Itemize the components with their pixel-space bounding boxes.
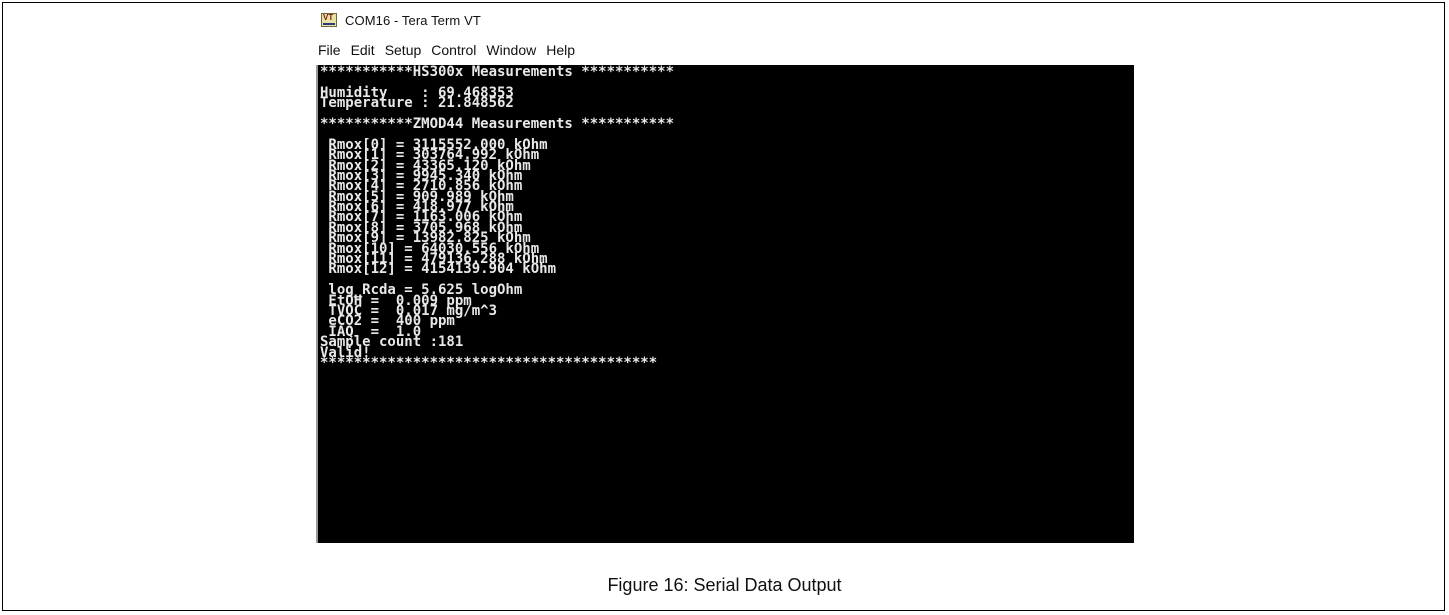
terminal-line: Rmox[12] = 4154139.904 kOhm <box>320 261 557 278</box>
terminal-line: **************************************** <box>320 354 658 371</box>
menu-help[interactable]: Help <box>546 42 575 58</box>
terminal-line: ***********ZMOD44 Measurements *********… <box>320 115 675 132</box>
menu-bar: File Edit Setup Control Window Help <box>315 34 1136 65</box>
menu-edit[interactable]: Edit <box>351 42 375 58</box>
terminal-output[interactable]: ***********HS300x Measurements *********… <box>316 65 1134 543</box>
terminal-window: COM16 - Tera Term VT File Edit Setup Con… <box>315 6 1136 544</box>
terminal-line: ***********HS300x Measurements *********… <box>320 65 675 80</box>
menu-setup[interactable]: Setup <box>385 42 422 58</box>
title-bar[interactable]: COM16 - Tera Term VT <box>315 6 1136 34</box>
terminal-line: eCO2 = 400 ppm <box>320 313 455 330</box>
window-title: COM16 - Tera Term VT <box>345 12 481 28</box>
menu-window[interactable]: Window <box>486 42 536 58</box>
figure-caption: Figure 16: Serial Data Output <box>607 575 842 595</box>
menu-file[interactable]: File <box>318 42 341 58</box>
terminal-line: Sample count :181 <box>320 334 464 351</box>
tera-term-icon[interactable] <box>321 13 337 27</box>
menu-control[interactable]: Control <box>431 42 476 58</box>
terminal-line: Temperature : 21.848562 <box>320 95 514 112</box>
